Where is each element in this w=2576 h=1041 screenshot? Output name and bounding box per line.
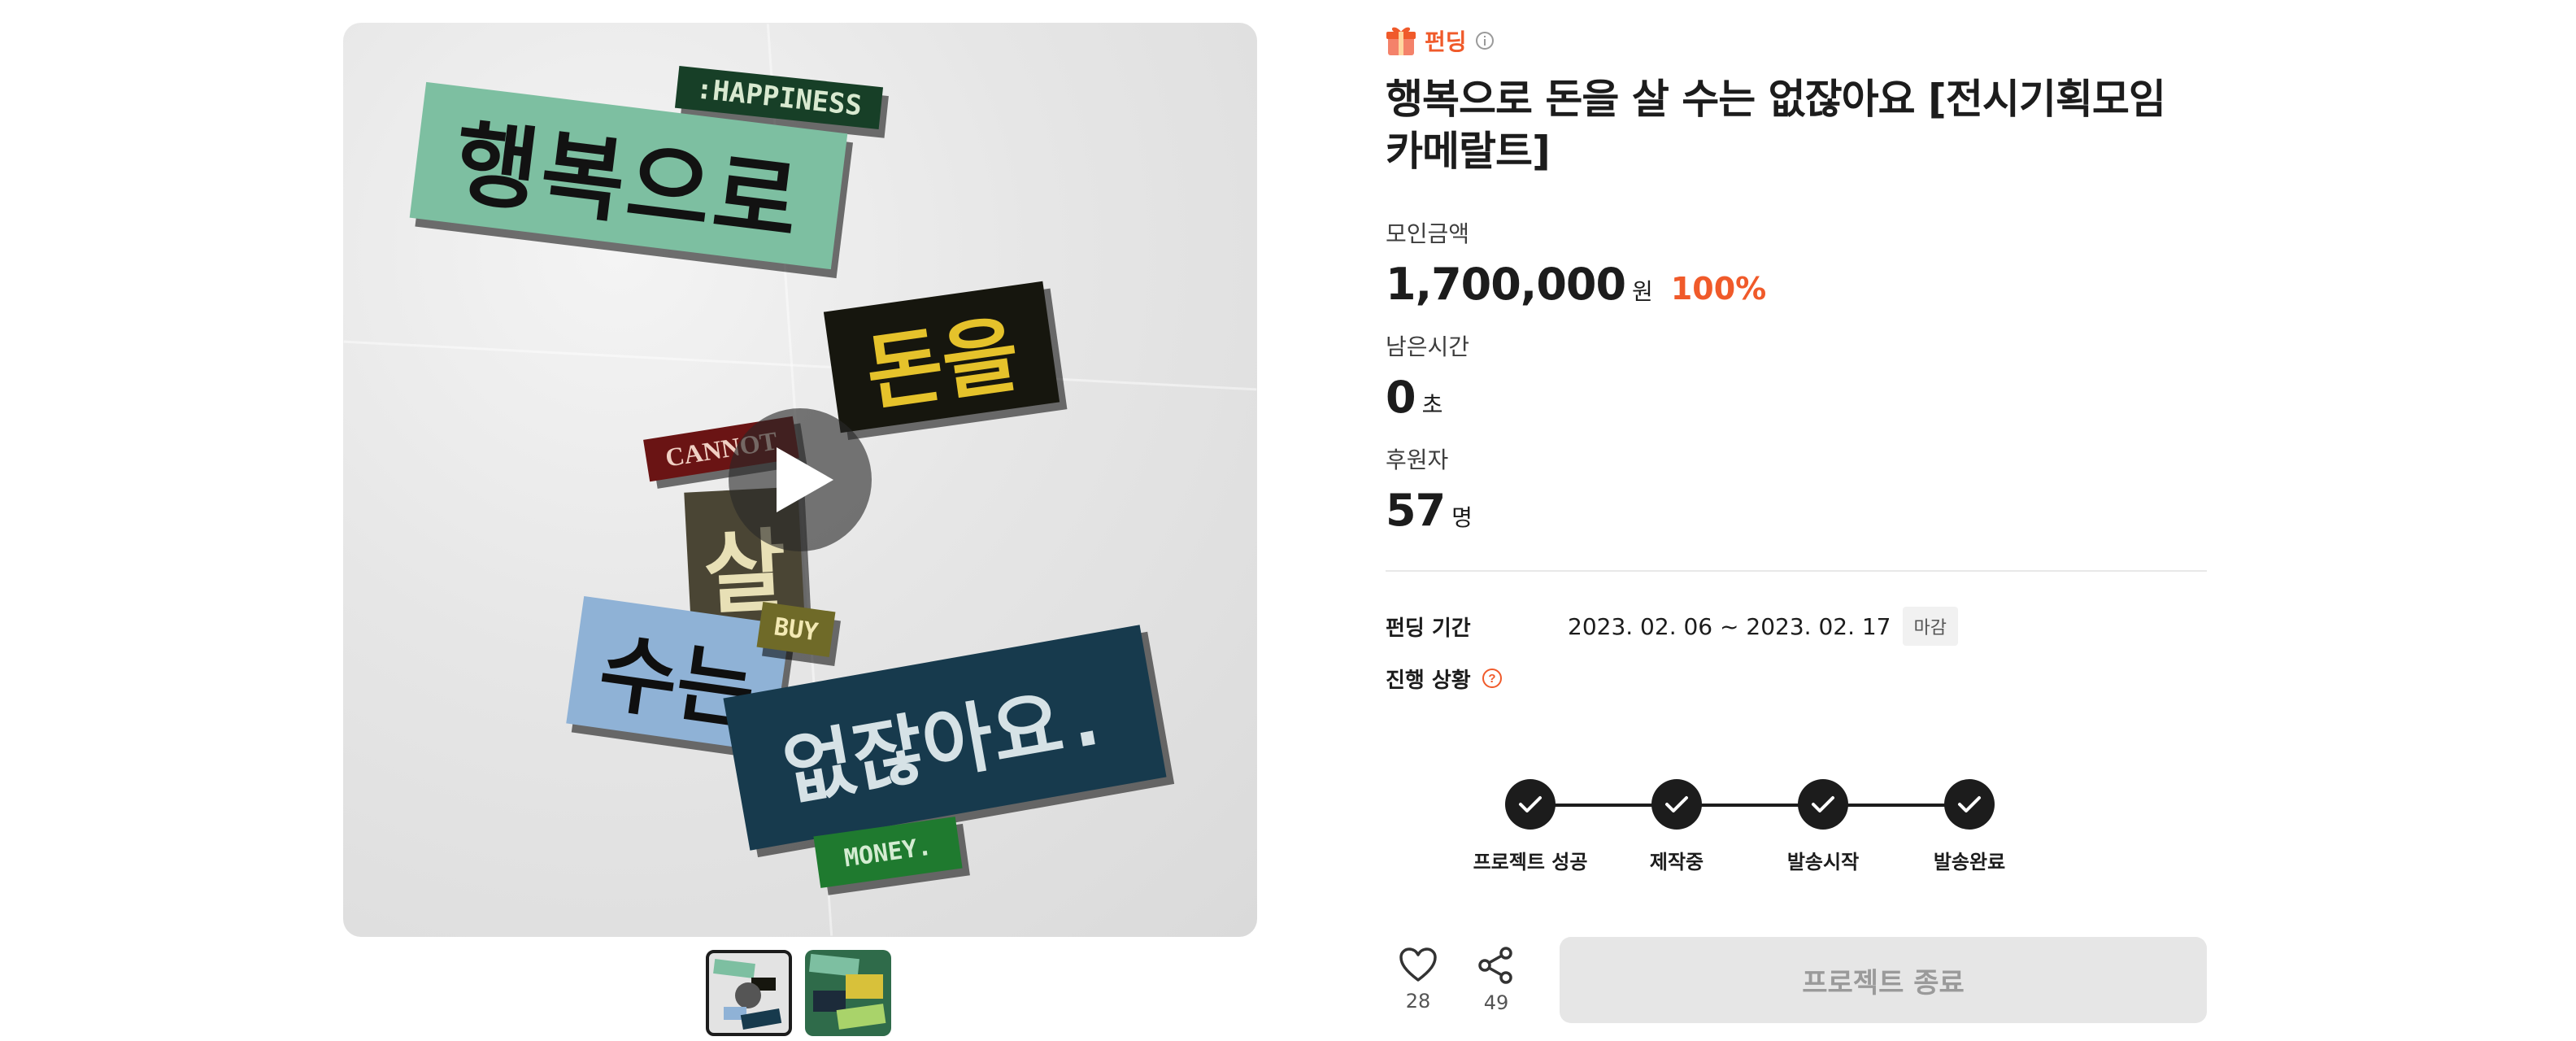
stat-time-left: 남은시간 0 초 (1386, 331, 2207, 423)
step-label: 프로젝트 성공 (1473, 851, 1588, 873)
stat-time-left-label: 남은시간 (1386, 333, 1470, 360)
thumbnail-art (846, 974, 883, 999)
svg-text:?: ? (1488, 672, 1495, 686)
funding-period-label: 펀딩 기간 (1386, 616, 1471, 641)
check-icon (1944, 779, 1995, 830)
share-button[interactable]: 49 (1464, 946, 1529, 1014)
stats-section: 모인금액 1,700,000 원 100% 남은시간 0 초 후원자 57 명 (1386, 218, 2207, 536)
category-label[interactable]: 펀딩 (1425, 24, 1467, 57)
stat-amount-label: 모인금액 (1386, 220, 1470, 247)
heart-icon (1399, 947, 1437, 982)
achievement-rate: 100% (1670, 271, 1767, 307)
step-shipping-complete: 발송완료 (1888, 771, 2051, 874)
play-button[interactable] (729, 408, 872, 551)
sticker-eop: 없잖아요. (723, 625, 1167, 851)
project-ended-button[interactable]: 프로젝트 종료 (1560, 937, 2207, 1023)
thumbnail-art (740, 1008, 782, 1030)
stat-time-left-value: 0 (1386, 372, 1416, 423)
action-bar: 28 49 프로젝트 종료 (1386, 937, 2207, 1023)
step-label: 발송완료 (1933, 851, 2006, 873)
check-icon (1505, 779, 1556, 830)
info-icon[interactable] (1475, 31, 1495, 50)
gift-icon (1386, 27, 1416, 55)
stat-supporters-value: 57 (1386, 485, 1446, 536)
paper-texture (343, 340, 1257, 391)
thumbnail-art (813, 991, 846, 1012)
category-row: 펀딩 (1386, 23, 2207, 59)
thumbnail-art (735, 982, 761, 1008)
closed-badge: 마감 (1902, 607, 1958, 646)
sticker-don: 돈을 (823, 281, 1060, 433)
step-label: 제작중 (1649, 851, 1704, 873)
funding-period-row: 펀딩 기간 2023. 02. 06 ~ 2023. 02. 17 마감 (1386, 607, 2207, 646)
stat-supporters: 후원자 57 명 (1386, 444, 2207, 536)
step-label: 발송시작 (1786, 851, 1860, 873)
stat-supporters-row: 57 명 (1386, 485, 2207, 536)
stat-supporters-unit: 명 (1451, 504, 1473, 531)
step-shipping-started: 발송시작 (1742, 771, 1904, 874)
thumbnail-art (809, 953, 859, 978)
stat-supporters-label: 후원자 (1386, 446, 1449, 473)
project-title: 행복으로 돈을 살 수는 없잖아요 [전시기획모임 카메랄트] (1386, 76, 2166, 175)
thumbnail-2[interactable] (805, 950, 891, 1036)
check-icon (1651, 779, 1702, 830)
step-project-success: 프로젝트 성공 (1449, 771, 1612, 874)
thumbnail-list (706, 950, 891, 1036)
progress-stepper: 프로젝트 성공 제작중 발송시작 발송완료 (1473, 771, 2026, 901)
project-info: 펀딩 행복으로 돈을 살 수는 없잖아요 [전시기획모임 카메랄트] 모인금액 … (1386, 23, 2207, 873)
progress-status-label: 진행 상황 (1386, 668, 1471, 693)
progress-status-row: 진행 상황 ? (1386, 660, 2207, 697)
like-button[interactable]: 28 (1386, 947, 1451, 1013)
project-cover-image[interactable]: :HAPPINESS 행복으로 돈을 CANNOT 살 수는 BUY 없잖아요.… (343, 23, 1257, 937)
help-icon[interactable]: ? (1481, 667, 1503, 690)
stat-amount: 모인금액 1,700,000 원 100% (1386, 218, 2207, 310)
like-count: 28 (1405, 990, 1431, 1013)
funding-period-value: 2023. 02. 06 ~ 2023. 02. 17 (1568, 612, 1891, 640)
divider (1386, 570, 2207, 572)
play-icon (777, 447, 833, 512)
stat-amount-row: 1,700,000 원 100% (1386, 259, 2207, 310)
stat-amount-unit: 원 (1632, 278, 1653, 305)
thumbnail-1[interactable] (706, 950, 792, 1036)
share-icon (1478, 947, 1512, 984)
share-count: 49 (1483, 991, 1509, 1014)
step-in-production: 제작중 (1595, 771, 1758, 874)
stat-amount-value: 1,700,000 (1386, 259, 1626, 310)
stat-time-left-unit: 초 (1421, 391, 1443, 418)
thumbnail-art (713, 959, 755, 978)
stat-time-left-row: 0 초 (1386, 372, 2207, 423)
check-icon (1798, 779, 1848, 830)
progress-status-label-wrap: 진행 상황 ? (1386, 664, 1568, 694)
